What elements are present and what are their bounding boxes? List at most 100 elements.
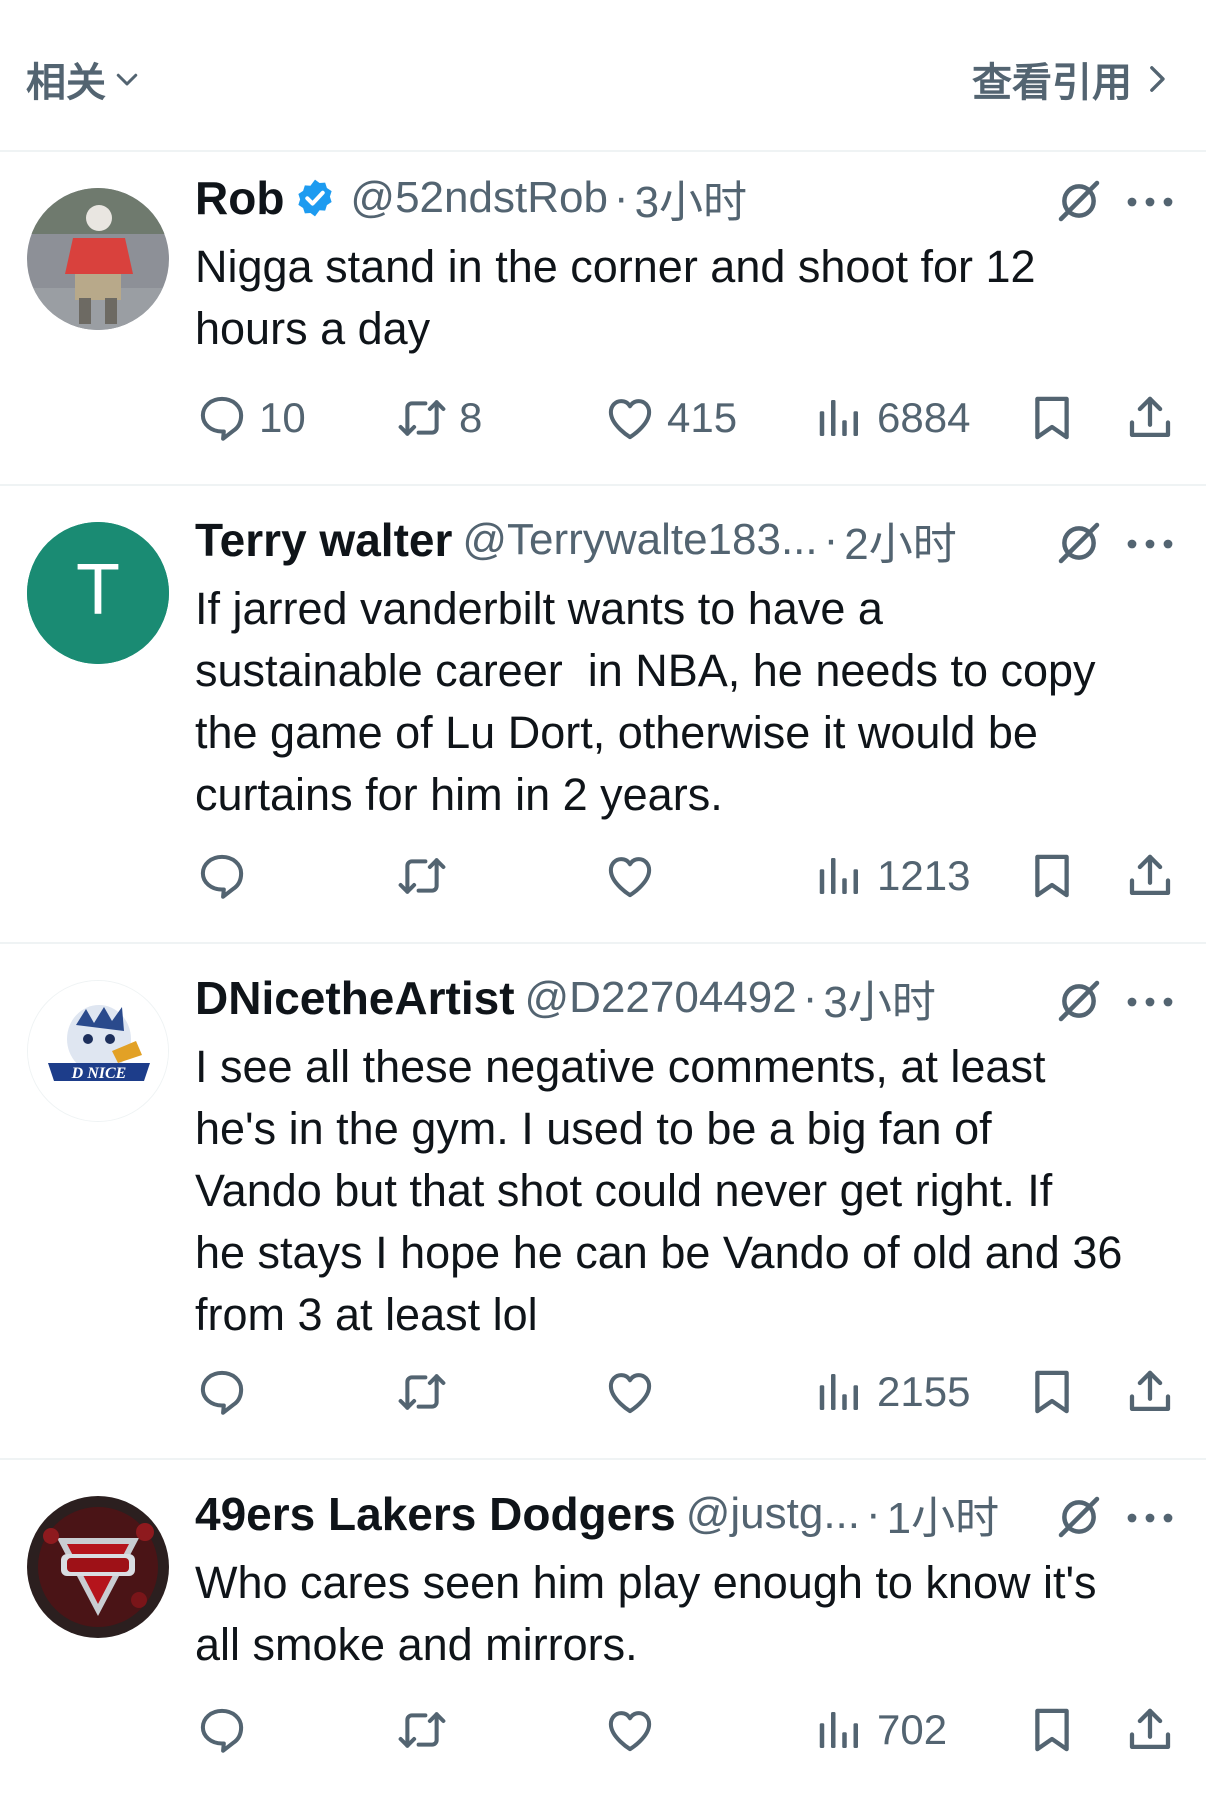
- bookmark-button[interactable]: [1025, 1698, 1079, 1762]
- views-icon: [813, 1365, 867, 1419]
- view-quotes-link[interactable]: 查看引用: [972, 50, 1170, 108]
- view-count: 2155: [877, 1368, 971, 1415]
- views-icon: [813, 849, 867, 903]
- reply-button[interactable]: [195, 1360, 259, 1424]
- reply-post[interactable]: Rob @52ndstRob · 3小时 Nigga stand in the …: [0, 152, 1206, 486]
- post-time[interactable]: 3小时: [823, 970, 935, 1026]
- action-bar: 1213: [195, 844, 1181, 908]
- share-icon: [1123, 1703, 1177, 1757]
- like-icon: [603, 391, 657, 445]
- views-icon: [813, 391, 867, 445]
- views-button[interactable]: 702: [813, 1698, 947, 1762]
- user-handle[interactable]: @52ndstRob: [350, 173, 608, 223]
- bookmark-button[interactable]: [1025, 844, 1079, 908]
- view-count: 6884: [877, 394, 971, 441]
- views-button[interactable]: 1213: [813, 844, 970, 908]
- views-button[interactable]: 2155: [813, 1360, 970, 1424]
- action-bar: 2155: [195, 1360, 1181, 1424]
- repost-button[interactable]: [395, 844, 459, 908]
- like-button[interactable]: [603, 1698, 667, 1762]
- repost-icon: [395, 1703, 449, 1757]
- bookmark-icon: [1025, 1703, 1079, 1757]
- like-icon: [603, 1365, 657, 1419]
- post-time[interactable]: 1小时: [887, 1486, 999, 1542]
- post-text: Who cares seen him play enough to know i…: [195, 1557, 1097, 1670]
- repost-icon: [395, 391, 449, 445]
- grok-icon[interactable]: [1052, 174, 1106, 228]
- post-text: I see all these negative comments, at le…: [195, 1041, 1123, 1340]
- avatar[interactable]: D NICE: [27, 980, 169, 1122]
- bookmark-button[interactable]: [1025, 1360, 1079, 1424]
- reply-button[interactable]: 10: [195, 386, 306, 450]
- action-bar: 702: [195, 1698, 1181, 1762]
- like-icon: [603, 1703, 657, 1757]
- sort-label: 相关: [26, 61, 106, 105]
- more-icon[interactable]: [1126, 534, 1174, 554]
- display-name[interactable]: Terry walter: [195, 513, 452, 567]
- avatar-letter: T: [76, 550, 120, 630]
- repost-icon: [395, 849, 449, 903]
- repost-button[interactable]: [395, 1360, 459, 1424]
- like-icon: [603, 849, 657, 903]
- chevron-right-icon: [1150, 66, 1165, 92]
- post-header: Terry walter @Terrywalte183... · 2小时: [195, 512, 1006, 568]
- more-icon[interactable]: [1126, 992, 1174, 1012]
- like-count: 415: [667, 394, 738, 441]
- reply-count: 10: [259, 394, 306, 441]
- bookmark-button[interactable]: [1025, 386, 1079, 450]
- post-text: Nigga stand in the corner and shoot for …: [195, 241, 1036, 354]
- separator: ·: [613, 173, 629, 222]
- repost-button[interactable]: 8: [395, 386, 482, 450]
- share-button[interactable]: [1123, 1360, 1177, 1424]
- like-button[interactable]: [603, 1360, 667, 1424]
- more-icon[interactable]: [1126, 192, 1174, 212]
- views-button[interactable]: 6884: [813, 386, 970, 450]
- like-button[interactable]: 415: [603, 386, 737, 450]
- avatar-logo-text: D NICE: [71, 1065, 127, 1082]
- separator: ·: [802, 973, 818, 1022]
- user-handle[interactable]: @Terrywalte183...: [462, 515, 817, 565]
- share-icon: [1123, 849, 1177, 903]
- grok-icon[interactable]: [1052, 974, 1106, 1028]
- share-icon: [1123, 391, 1177, 445]
- display-name[interactable]: 49ers Lakers Dodgers: [195, 1487, 676, 1541]
- like-button[interactable]: [603, 844, 667, 908]
- repost-icon: [395, 1365, 449, 1419]
- view-count: 1213: [877, 852, 971, 899]
- user-handle[interactable]: @D22704492: [525, 973, 797, 1023]
- repost-count: 8: [459, 394, 483, 441]
- reply-button[interactable]: [195, 1698, 259, 1762]
- post-header: DNicetheArtist @D22704492 · 3小时: [195, 970, 1006, 1026]
- sort-dropdown[interactable]: 相关: [26, 50, 142, 108]
- avatar[interactable]: [27, 1496, 169, 1638]
- view-count: 702: [877, 1706, 948, 1753]
- bookmark-icon: [1025, 849, 1079, 903]
- reply-icon: [195, 849, 249, 903]
- post-time[interactable]: 2小时: [844, 512, 956, 568]
- user-handle[interactable]: @justg...: [686, 1489, 860, 1539]
- view-quotes-label: 查看引用: [972, 61, 1132, 105]
- reply-post[interactable]: T Terry walter @Terrywalte183... · 2小时 I…: [0, 486, 1206, 944]
- repost-button[interactable]: [395, 1698, 459, 1762]
- post-time[interactable]: 3小时: [635, 170, 747, 226]
- display-name[interactable]: Rob: [195, 171, 284, 225]
- share-button[interactable]: [1123, 844, 1177, 908]
- share-button[interactable]: [1123, 386, 1177, 450]
- avatar[interactable]: [27, 188, 169, 330]
- grok-icon[interactable]: [1052, 1490, 1106, 1544]
- more-icon[interactable]: [1126, 1508, 1174, 1528]
- verified-badge-icon: [294, 177, 336, 219]
- reply-icon: [195, 391, 249, 445]
- grok-icon[interactable]: [1052, 516, 1106, 570]
- action-bar: 10 8 415 6884: [195, 386, 1181, 450]
- post-header: 49ers Lakers Dodgers @justg... · 1小时: [195, 1486, 1006, 1542]
- display-name[interactable]: DNicetheArtist: [195, 971, 515, 1025]
- bookmark-icon: [1025, 391, 1079, 445]
- share-button[interactable]: [1123, 1698, 1177, 1762]
- reply-post[interactable]: 49ers Lakers Dodgers @justg... · 1小时 Who…: [0, 1460, 1206, 1796]
- avatar[interactable]: T: [27, 522, 169, 664]
- reply-icon: [195, 1703, 249, 1757]
- reply-post[interactable]: D NICE DNicetheArtist @D22704492 · 3小时 I…: [0, 944, 1206, 1460]
- separator: ·: [823, 515, 839, 564]
- reply-button[interactable]: [195, 844, 259, 908]
